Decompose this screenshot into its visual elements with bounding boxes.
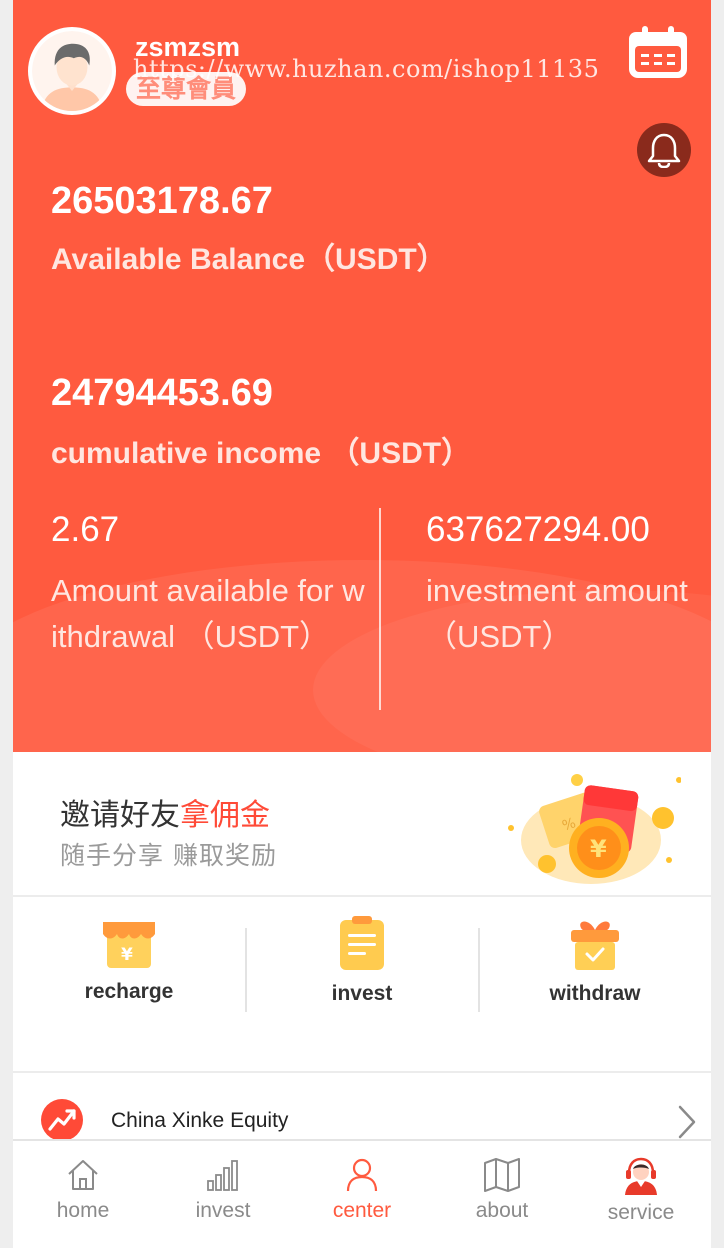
watermark-text: https://www.huzhan.com/ishop11135 <box>133 55 600 83</box>
withdrawable-label: Amount available for withdrawal （USDT） <box>51 573 365 654</box>
investment-value: 637627294.00 <box>426 510 650 549</box>
shop-icon: ¥ <box>103 922 155 968</box>
invite-friends-banner[interactable]: 邀请好友拿佣金 随手分享 赚取奖励 % ¥ <box>13 752 711 897</box>
list-item[interactable]: China Xinke Equity <box>13 1075 711 1141</box>
calendar-button[interactable] <box>627 24 689 80</box>
avatar[interactable] <box>28 27 116 115</box>
svg-text:¥: ¥ <box>121 945 133 965</box>
nav-item-home[interactable]: home <box>13 1157 153 1223</box>
chevron-right-icon <box>678 1105 696 1139</box>
bottom-nav: home invest center about service <box>13 1139 711 1248</box>
investment-stat: 637627294.00 investment amount （USDT） <box>426 510 708 660</box>
list-item-label: China Xinke Equity <box>111 1109 289 1132</box>
withdraw-button[interactable]: withdraw <box>479 916 711 1036</box>
nav-label-home: home <box>56 1199 110 1222</box>
nav-label-invest: invest <box>195 1199 251 1222</box>
nav-item-center[interactable]: center <box>292 1157 432 1223</box>
nav-item-service[interactable]: service <box>571 1157 711 1225</box>
invite-title: 邀请好友拿佣金 <box>60 790 270 834</box>
bell-icon <box>647 133 681 168</box>
withdrawable-value: 2.67 <box>51 510 120 549</box>
home-icon <box>68 1160 98 1190</box>
available-balance-value: 26503178.67 <box>51 180 273 222</box>
invest-label: invest <box>331 982 393 1005</box>
invest-button[interactable]: invest <box>246 916 478 1036</box>
red-envelope-coins-icon: % ¥ <box>508 774 681 884</box>
withdraw-label: withdraw <box>549 982 641 1005</box>
notification-button[interactable] <box>637 123 691 177</box>
customer-service-icon <box>625 1157 657 1195</box>
nav-item-invest[interactable]: invest <box>153 1157 293 1223</box>
recharge-button[interactable]: ¥ recharge <box>13 916 245 1036</box>
quick-actions: ¥ recharge invest withdraw <box>13 898 711 1073</box>
account-summary-panel: zsmzsm 至尊會員 https://www.huzhan.com/ishop… <box>13 0 711 752</box>
nav-label-about: about <box>475 1199 529 1222</box>
map-icon <box>484 1158 520 1192</box>
cumulative-income-label: cumulative income （USDT） <box>51 437 472 470</box>
invite-title-highlight: 拿佣金 <box>180 798 270 833</box>
investment-label: investment amount （USDT） <box>426 573 688 654</box>
invite-title-plain: 邀请好友 <box>60 798 180 833</box>
svg-text:¥: ¥ <box>590 835 607 863</box>
recharge-label: recharge <box>84 980 174 1003</box>
gift-icon <box>571 921 619 970</box>
nav-label-center: center <box>332 1199 392 1222</box>
calendar-icon <box>629 26 687 78</box>
nav-label-service: service <box>607 1201 675 1224</box>
withdrawable-stat: 2.67 Amount available for withdrawal （US… <box>51 510 371 660</box>
nav-item-about[interactable]: about <box>432 1157 572 1223</box>
bar-chart-icon <box>207 1160 238 1191</box>
available-balance-label: Available Balance（USDT） <box>51 243 447 276</box>
invite-subtitle: 随手分享 赚取奖励 <box>60 841 277 870</box>
cumulative-income-value: 24794453.69 <box>51 372 273 414</box>
stat-divider <box>379 508 381 710</box>
app-screen: zsmzsm 至尊會員 https://www.huzhan.com/ishop… <box>13 0 711 1248</box>
trend-chart-icon <box>41 1099 83 1141</box>
avatar-icon <box>32 31 112 111</box>
document-icon <box>340 916 384 970</box>
user-icon <box>346 1158 378 1192</box>
